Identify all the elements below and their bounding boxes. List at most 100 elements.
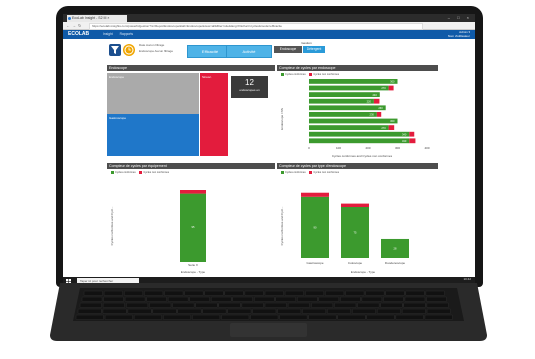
window-controls[interactable]: – □ × bbox=[448, 14, 472, 22]
keyboard-key bbox=[425, 290, 445, 296]
bar-conformes[interactable] bbox=[309, 85, 389, 91]
bar-conformes[interactable] bbox=[309, 118, 398, 124]
tab-detergent[interactable]: Détergent bbox=[303, 46, 325, 53]
treemap-tile[interactable]: Endoscope bbox=[107, 73, 199, 114]
bar-non-conformes[interactable] bbox=[388, 125, 395, 130]
keyboard-key bbox=[210, 296, 232, 302]
bar-conformes[interactable] bbox=[309, 125, 389, 130]
gestion-label: Gestion bbox=[301, 41, 312, 45]
category-label: Duodenoscope bbox=[385, 261, 406, 265]
keyboard-key bbox=[202, 308, 227, 314]
clock-icon bbox=[124, 45, 134, 55]
url-field[interactable]: https://ecolab.insights.com/powerbi/gest… bbox=[89, 23, 423, 30]
keyboard-key bbox=[305, 290, 325, 296]
bar-value-label: 220 bbox=[367, 99, 372, 103]
keyboard-key bbox=[133, 314, 162, 320]
bar-non-conformes[interactable] bbox=[301, 192, 329, 197]
activite-button[interactable]: Activité bbox=[226, 45, 272, 58]
date-filter-button[interactable] bbox=[123, 44, 135, 56]
keyboard-key bbox=[405, 290, 425, 296]
bar-conformes[interactable] bbox=[309, 112, 377, 117]
treemap-tile[interactable]: Sinusc. bbox=[200, 73, 228, 156]
keyboard-key bbox=[227, 308, 252, 314]
browser-tab[interactable]: EcoLab Insight - S2 III × bbox=[67, 15, 127, 22]
category-label: Gastroscope bbox=[306, 261, 323, 265]
legend-label: Cycles non conformes bbox=[313, 73, 340, 77]
keyboard-key bbox=[224, 290, 244, 296]
x-tick-label: 0 bbox=[308, 146, 310, 150]
panel-title: Endoscope bbox=[107, 65, 275, 71]
bar-non-conformes[interactable] bbox=[409, 131, 415, 137]
keyboard-key bbox=[103, 296, 124, 302]
bar-conformes[interactable] bbox=[309, 105, 386, 111]
keyboard-key bbox=[352, 308, 376, 314]
keyboard-key bbox=[164, 290, 184, 296]
keyboard-key bbox=[184, 290, 204, 296]
nav-item-insight[interactable]: Insight bbox=[103, 32, 113, 36]
user-name: Nom d'utilisateur bbox=[447, 33, 470, 38]
keyboard-key bbox=[126, 302, 149, 308]
keyboard-key bbox=[395, 314, 424, 320]
browser-tab-title: EcoLab Insight - S2 III × bbox=[72, 16, 110, 20]
keyboard-key bbox=[424, 314, 453, 320]
keyboard-key bbox=[103, 290, 123, 296]
keyboard-key bbox=[345, 290, 365, 296]
bar-non-conformes[interactable] bbox=[180, 190, 206, 194]
ecolab-logo: ECOLAB bbox=[68, 31, 90, 37]
back-forward-refresh-icons[interactable]: ←→↻ bbox=[66, 22, 83, 30]
keyboard-key bbox=[377, 308, 401, 314]
keyboard-key bbox=[302, 308, 327, 314]
bar-value-label: 230 bbox=[370, 113, 375, 117]
keyboard-key bbox=[195, 302, 218, 308]
bar-non-conformes[interactable] bbox=[341, 203, 369, 207]
bar-non-conformes[interactable] bbox=[388, 85, 394, 91]
keyboard-key bbox=[124, 290, 144, 296]
bar-value-label: 260 bbox=[378, 106, 383, 110]
site-favicon-icon bbox=[68, 17, 71, 20]
filter-button[interactable] bbox=[109, 44, 121, 56]
x-axis-title: Endoscope - Type bbox=[181, 270, 205, 274]
keyboard-key bbox=[264, 290, 284, 296]
header-nav: Insight Rapports bbox=[103, 30, 139, 39]
keyboard-key bbox=[383, 296, 404, 302]
keyboard-key bbox=[275, 296, 296, 302]
bar-conformes[interactable] bbox=[309, 138, 410, 144]
bar-conformes[interactable] bbox=[309, 131, 410, 137]
bar-value-label: 270 bbox=[381, 126, 386, 130]
bar-conformes[interactable] bbox=[309, 79, 398, 84]
bar-non-conformes[interactable] bbox=[376, 112, 382, 117]
tab-endoscope[interactable]: Endoscope bbox=[274, 46, 302, 53]
bar-non-conformes[interactable] bbox=[373, 98, 380, 104]
nav-item-rapports[interactable]: Rapports bbox=[120, 32, 133, 36]
filter-row: Date Aucun filtrage Endoscope Aucun filt… bbox=[63, 39, 475, 67]
x-tick-label: 300 bbox=[395, 146, 400, 150]
bar-non-conformes[interactable] bbox=[409, 138, 416, 144]
keyboard-key bbox=[167, 296, 189, 302]
touchpad[interactable] bbox=[230, 323, 307, 337]
keyboard-key bbox=[361, 296, 383, 302]
y-axis-title: Cycles conformes and Cycl... bbox=[280, 206, 284, 245]
keyboard-key bbox=[311, 302, 334, 308]
keyboard-key bbox=[241, 302, 264, 308]
keyboard-key bbox=[102, 308, 127, 314]
kpi-value: 12 bbox=[245, 78, 254, 87]
treemap-tile[interactable]: Gastroscope bbox=[107, 114, 199, 156]
keyboard-key bbox=[218, 302, 241, 308]
keyboard-key bbox=[152, 308, 177, 314]
keyboard-key bbox=[287, 302, 310, 308]
keyboard-key bbox=[177, 308, 202, 314]
x-tick-label: 200 bbox=[365, 146, 370, 150]
keyboard-key bbox=[404, 296, 426, 302]
chart-legend: Cycles conformes Cycles non conformes bbox=[281, 73, 339, 76]
keyboard-key bbox=[163, 314, 192, 320]
legend-swatch-non-conformes bbox=[309, 171, 313, 174]
keyboard-key bbox=[385, 290, 405, 296]
category-label: Serie X bbox=[188, 263, 198, 267]
bar-conformes[interactable] bbox=[309, 98, 374, 104]
y-axis-title: Cycles conformes and Cycl... bbox=[110, 206, 114, 245]
user-menu[interactable]: Admin ▾ Nom d'utilisateur bbox=[447, 30, 470, 38]
legend-label: Cycles non conformes bbox=[143, 171, 170, 175]
keyboard-key bbox=[334, 302, 357, 308]
bar-conformes[interactable] bbox=[309, 92, 380, 97]
keyboard-key bbox=[277, 308, 302, 314]
